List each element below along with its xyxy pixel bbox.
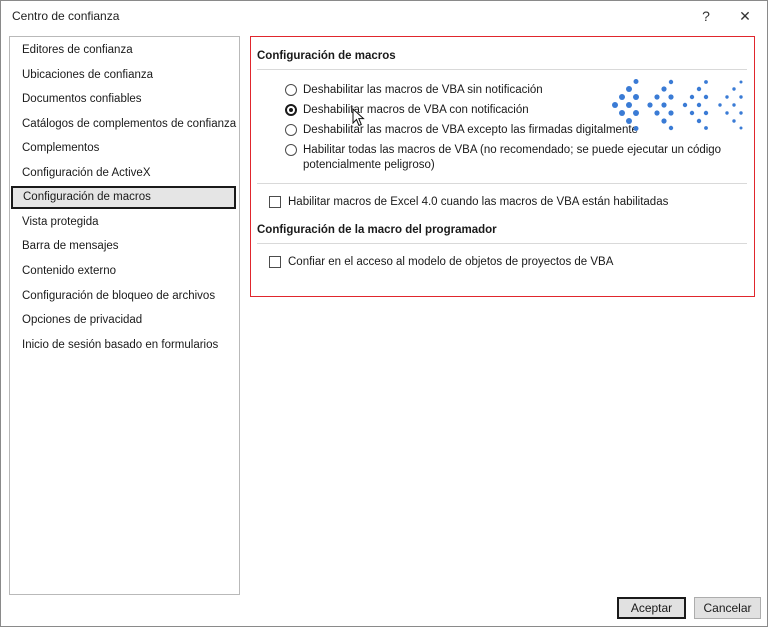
sidebar-item-catalogos[interactable]: Catálogos de complementos de confianza bbox=[11, 113, 236, 136]
cancel-button[interactable]: Cancelar bbox=[694, 597, 761, 619]
sidebar-item-vista-protegida[interactable]: Vista protegida bbox=[11, 211, 236, 234]
close-icon[interactable]: ✕ bbox=[734, 7, 756, 25]
radio-button[interactable] bbox=[285, 144, 297, 156]
radio-button[interactable] bbox=[285, 84, 297, 96]
sidebar-item-complementos[interactable]: Complementos bbox=[11, 137, 236, 160]
radio-button[interactable] bbox=[285, 124, 297, 136]
radio-label-line2: potencialmente peligroso) bbox=[303, 159, 435, 171]
section-divider bbox=[257, 69, 747, 70]
sidebar-item-macros[interactable]: Configuración de macros bbox=[11, 186, 236, 209]
sidebar-item-inicio-sesion[interactable]: Inicio de sesión basado en formularios bbox=[11, 334, 236, 357]
checkbox-trust-vba-access[interactable]: Confiar en el acceso al modelo de objeto… bbox=[269, 255, 613, 270]
radio-disable-except-signed[interactable]: Deshabilitar las macros de VBA excepto l… bbox=[285, 123, 638, 138]
trust-center-dialog: Centro de confianza ? ✕ Editores de conf… bbox=[0, 0, 768, 627]
sidebar-item-bloqueo-archivos[interactable]: Configuración de bloqueo de archivos bbox=[11, 285, 236, 308]
title-bar: Centro de confianza ? ✕ bbox=[1, 1, 767, 31]
mouse-pointer-icon bbox=[352, 108, 365, 127]
sidebar-item-activex[interactable]: Configuración de ActiveX bbox=[11, 162, 236, 185]
checkbox-label: Habilitar macros de Excel 4.0 cuando las… bbox=[288, 196, 669, 208]
help-icon[interactable]: ? bbox=[695, 7, 717, 25]
checkbox-excel4-macros[interactable]: Habilitar macros de Excel 4.0 cuando las… bbox=[269, 195, 668, 210]
dialog-title: Centro de confianza bbox=[12, 9, 120, 23]
accept-button[interactable]: Aceptar bbox=[617, 597, 686, 619]
radio-label: Habilitar todas las macros de VBA (no re… bbox=[303, 143, 721, 173]
checkbox-label: Confiar en el acceso al modelo de objeto… bbox=[288, 256, 614, 268]
sidebar-item-documentos[interactable]: Documentos confiables bbox=[11, 88, 236, 111]
sidebar-item-editores[interactable]: Editores de confianza bbox=[11, 39, 236, 62]
section-divider bbox=[257, 183, 747, 184]
radio-disable-with-notification[interactable]: Deshabilitar macros de VBA con notificac… bbox=[285, 103, 529, 118]
checkbox-box[interactable] bbox=[269, 196, 281, 208]
radio-label: Deshabilitar macros de VBA con notificac… bbox=[303, 104, 529, 116]
radio-label-line1: Habilitar todas las macros de VBA (no re… bbox=[303, 144, 722, 156]
checkbox-box[interactable] bbox=[269, 256, 281, 268]
section-divider bbox=[257, 243, 747, 244]
dot-pattern-graphic bbox=[612, 79, 743, 131]
sidebar-item-barra-mensajes[interactable]: Barra de mensajes bbox=[11, 235, 236, 258]
sidebar-item-ubicaciones[interactable]: Ubicaciones de confianza bbox=[11, 64, 236, 87]
macros-section-title: Configuración de macros bbox=[257, 50, 396, 62]
radio-enable-all[interactable]: Habilitar todas las macros de VBA (no re… bbox=[285, 143, 721, 173]
macro-settings-panel: Configuración de macros Deshabilitar las… bbox=[250, 36, 755, 297]
sidebar-item-contenido-externo[interactable]: Contenido externo bbox=[11, 260, 236, 283]
radio-button-selected[interactable] bbox=[285, 104, 297, 116]
radio-label: Deshabilitar las macros de VBA sin notif… bbox=[303, 84, 543, 96]
developer-section-title: Configuración de la macro del programado… bbox=[257, 224, 497, 236]
category-sidebar: Editores de confianza Ubicaciones de con… bbox=[9, 36, 240, 595]
radio-disable-no-notification[interactable]: Deshabilitar las macros de VBA sin notif… bbox=[285, 83, 543, 98]
sidebar-item-privacidad[interactable]: Opciones de privacidad bbox=[11, 309, 236, 332]
